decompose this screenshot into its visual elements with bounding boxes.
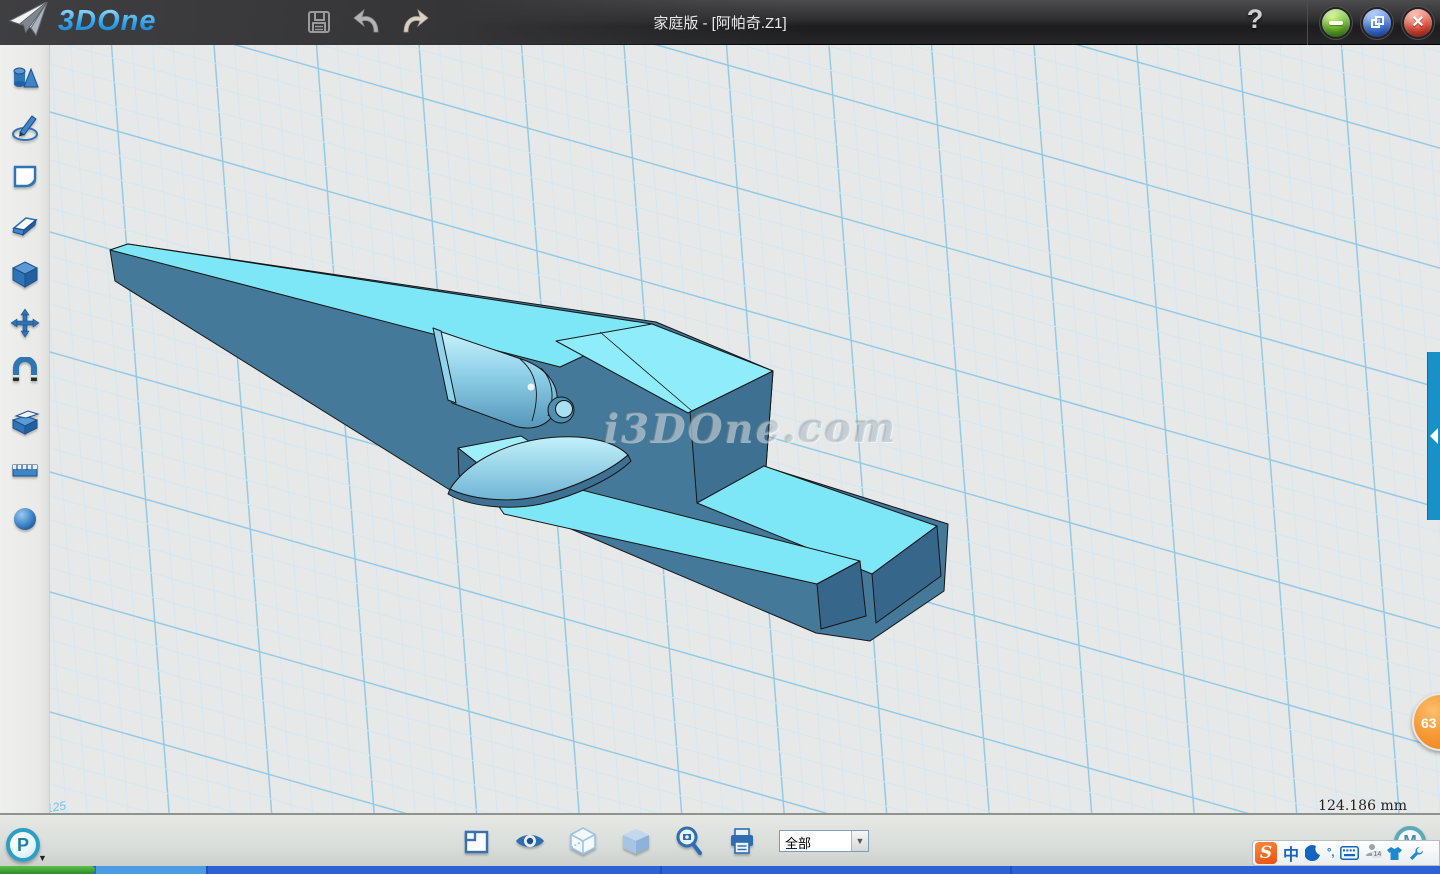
shaded-cube-icon <box>621 827 651 855</box>
os-taskbar-edge[interactable] <box>0 866 1440 874</box>
grid-corner-label: 125 <box>50 798 67 813</box>
minimize-button[interactable] <box>1322 9 1350 37</box>
ime-mode-chinese[interactable]: 中 <box>1283 841 1299 865</box>
sidebar-item-snap[interactable] <box>9 356 41 388</box>
sphere-icon <box>10 504 40 534</box>
ime-punctuation-toggle[interactable]: °, <box>1327 847 1334 859</box>
print-button[interactable] <box>726 825 758 857</box>
move-arrows-icon <box>10 308 40 338</box>
start-button-edge[interactable] <box>0 866 95 874</box>
magnet-icon <box>10 357 40 387</box>
skin-tshirt-icon[interactable] <box>1386 846 1403 861</box>
chevron-left-icon <box>1430 428 1438 444</box>
wireframe-cube-icon <box>569 826 597 856</box>
viewport-layout-icon <box>463 827 491 855</box>
primitives-icon <box>10 63 40 93</box>
sidebar-item-measure[interactable] <box>9 454 41 486</box>
viewport-canvas[interactable]: i3DOne.com 125 124.186 mm 63 <box>50 45 1440 813</box>
open-box-icon <box>10 406 40 436</box>
moon-icon[interactable] <box>1305 845 1321 861</box>
sidebar-item-special[interactable] <box>9 209 41 241</box>
keyboard-icon[interactable] <box>1340 846 1359 860</box>
window-controls: ✕ <box>1307 0 1432 45</box>
view-toolbar: 全部 ▼ <box>0 813 1440 866</box>
dimension-readout: 124.186 mm <box>1318 798 1407 813</box>
visibility-button[interactable] <box>514 825 546 857</box>
close-button[interactable]: ✕ <box>1404 9 1432 37</box>
restore-button[interactable] <box>1363 9 1391 37</box>
sidebar-item-primitives[interactable] <box>9 62 41 94</box>
ime-toolbar: S 中 °, 14 <box>1252 840 1440 866</box>
ime-user-badge: 14 <box>1372 851 1382 858</box>
sidebar-item-assembly[interactable] <box>9 405 41 437</box>
model-apache[interactable] <box>110 244 948 641</box>
ruler-icon <box>10 455 40 485</box>
wrench-icon[interactable] <box>1409 846 1424 861</box>
sidebar-item-sketch[interactable] <box>9 111 41 143</box>
shaded-display-button[interactable] <box>620 825 652 857</box>
titlebar: 3DOne 家庭版 - [阿帕奇.Z1] ? <box>0 0 1440 45</box>
close-icon: ✕ <box>1404 12 1432 32</box>
zoom-snapshot-button[interactable] <box>673 825 705 857</box>
collapsed-panel-tab[interactable] <box>1427 352 1440 520</box>
p-medal-dropdown-arrow[interactable]: ▼ <box>38 853 47 863</box>
chevron-down-icon[interactable]: ▼ <box>851 831 868 851</box>
sidebar-item-feature[interactable] <box>9 258 41 290</box>
sidebar-toolbox <box>0 45 50 813</box>
eraser-deform-icon <box>10 210 40 240</box>
window-title: 家庭版 - [阿帕奇.Z1] <box>0 12 1440 33</box>
surface-sheet-icon <box>10 161 40 191</box>
sidebar-item-material[interactable] <box>9 503 41 535</box>
wireframe-display-button[interactable] <box>567 825 599 857</box>
sidebar-item-surface[interactable] <box>9 160 41 192</box>
3done-app-window: { "window": { "brand": "3DOne", "title":… <box>0 0 1440 874</box>
display-filter-dropdown[interactable]: 全部 ▼ <box>779 830 869 852</box>
viewport-layout-button[interactable] <box>461 825 493 857</box>
display-filter-value: 全部 <box>780 831 851 851</box>
scene-svg <box>50 45 1440 813</box>
minus-icon <box>1329 21 1343 25</box>
help-button[interactable]: ? <box>1238 4 1272 38</box>
zoom-snapshot-icon <box>675 826 703 856</box>
sidebar-item-move[interactable] <box>9 307 41 339</box>
visibility-eye-icon <box>514 829 546 853</box>
sketch-pencil-icon <box>10 112 40 142</box>
p-medal-button[interactable]: P <box>6 828 40 862</box>
cube-icon <box>10 259 40 289</box>
ime-user-center[interactable]: 14 <box>1365 843 1380 863</box>
print-icon <box>728 827 756 855</box>
sogou-logo[interactable]: S <box>1255 842 1277 864</box>
